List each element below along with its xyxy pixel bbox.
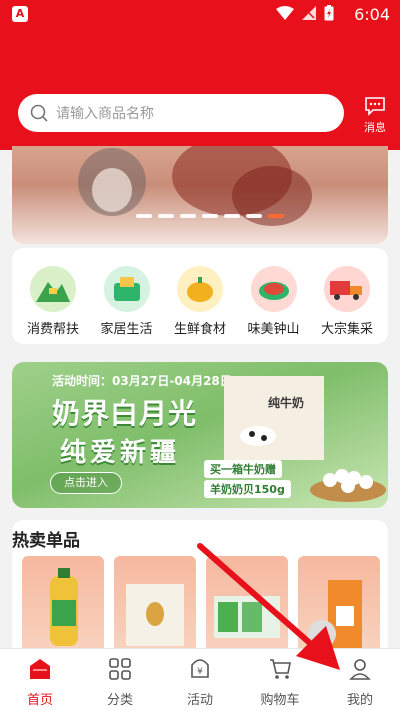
svg-text:¥: ¥ — [197, 667, 203, 677]
category-grid: 消费帮扶 家居生活 生鲜食材 味美钟山 大宗集采 — [12, 248, 388, 344]
carousel-dot[interactable] — [136, 214, 152, 218]
category-label: 消费帮扶 — [26, 322, 79, 337]
promo-enter-button[interactable]: 点击进入 — [50, 472, 122, 494]
promo-title-line1: 奶界白月光 — [52, 397, 198, 430]
shopping-bag-icon — [103, 266, 150, 312]
carousel-dot[interactable] — [158, 214, 174, 218]
message-icon — [365, 97, 385, 116]
tab-label: 我的 — [346, 693, 373, 708]
battery-icon — [324, 5, 334, 21]
category-item-home-living[interactable]: 家居生活 — [92, 266, 162, 344]
hot-items-title: 热卖单品 — [12, 531, 80, 551]
status-icons — [276, 5, 334, 21]
truck-icon — [324, 266, 370, 312]
promo-deal-line1: 买一箱牛奶赠 — [204, 460, 282, 478]
banner-image — [78, 146, 312, 226]
category-item-consumption-aid[interactable]: 消费帮扶 — [18, 266, 88, 344]
category-icon — [109, 658, 131, 680]
message-label: 消息 — [364, 121, 386, 134]
search-placeholder: 请输入商品名称 — [56, 106, 154, 122]
activity-icon: ¥ — [191, 659, 209, 678]
search-icon — [30, 104, 48, 122]
mountain-icon — [30, 266, 76, 312]
category-label: 生鲜食材 — [173, 322, 226, 337]
carousel-dot-active[interactable] — [268, 214, 284, 218]
clock: 6:04 — [354, 5, 390, 24]
tab-label: 活动 — [186, 693, 213, 708]
category-label: 大宗集采 — [320, 322, 373, 337]
status-bar: A 6:04 — [0, 0, 400, 28]
pumpkin-icon — [177, 266, 223, 312]
category-item-fresh-food[interactable]: 生鲜食材 — [165, 266, 235, 344]
promo-banner[interactable]: 活动时间：03月27日-04月28日 奶界白月光 纯爱新疆 纯牛奶 点击进入 买… — [12, 362, 388, 508]
promo-deal-line2: 羊奶奶贝150g — [204, 480, 291, 498]
category-item-bulk-purchase[interactable]: 大宗集采 — [312, 266, 382, 344]
tab-profile[interactable]: 我的 — [320, 649, 400, 710]
profile-icon — [349, 659, 371, 680]
carousel-indicators — [136, 214, 284, 218]
cart-icon — [270, 659, 291, 679]
tab-label: 首页 — [26, 693, 53, 708]
signal-icon — [302, 6, 316, 20]
tab-activity[interactable]: ¥ 活动 — [160, 649, 240, 710]
category-label: 味美钟山 — [247, 322, 300, 337]
home-icon — [30, 659, 50, 679]
bottom-tab-bar: 首页 分类 ¥ 活动 购物车 我的 — [0, 648, 400, 710]
category-item-zhongshan-flavors[interactable]: 味美钟山 — [239, 266, 309, 344]
carousel-dot[interactable] — [246, 214, 262, 218]
milk-box-label: 纯牛奶 — [268, 396, 305, 410]
tab-label: 购物车 — [260, 693, 300, 708]
banner-carousel[interactable] — [12, 146, 388, 244]
promo-date: 活动时间：03月27日-04月28日 — [52, 374, 232, 388]
carousel-dot[interactable] — [180, 214, 196, 218]
message-button[interactable]: 消息 — [358, 96, 392, 135]
promo-title-line2: 纯爱新疆 — [60, 438, 181, 468]
app-notification-icon: A — [12, 6, 28, 22]
search-input[interactable]: 请输入商品名称 — [18, 94, 344, 132]
milk-box-image: 纯牛奶 — [224, 362, 324, 460]
tab-label: 分类 — [106, 693, 133, 708]
tab-home[interactable]: 首页 — [0, 649, 80, 710]
carousel-dot[interactable] — [224, 214, 240, 218]
tab-category[interactable]: 分类 — [80, 649, 160, 710]
wifi-icon — [276, 6, 294, 20]
category-label: 家居生活 — [100, 322, 153, 337]
tab-cart[interactable]: 购物车 — [240, 649, 320, 710]
candy-pile-image — [310, 469, 386, 502]
meat-plate-icon — [250, 266, 297, 312]
carousel-dot[interactable] — [202, 214, 218, 218]
